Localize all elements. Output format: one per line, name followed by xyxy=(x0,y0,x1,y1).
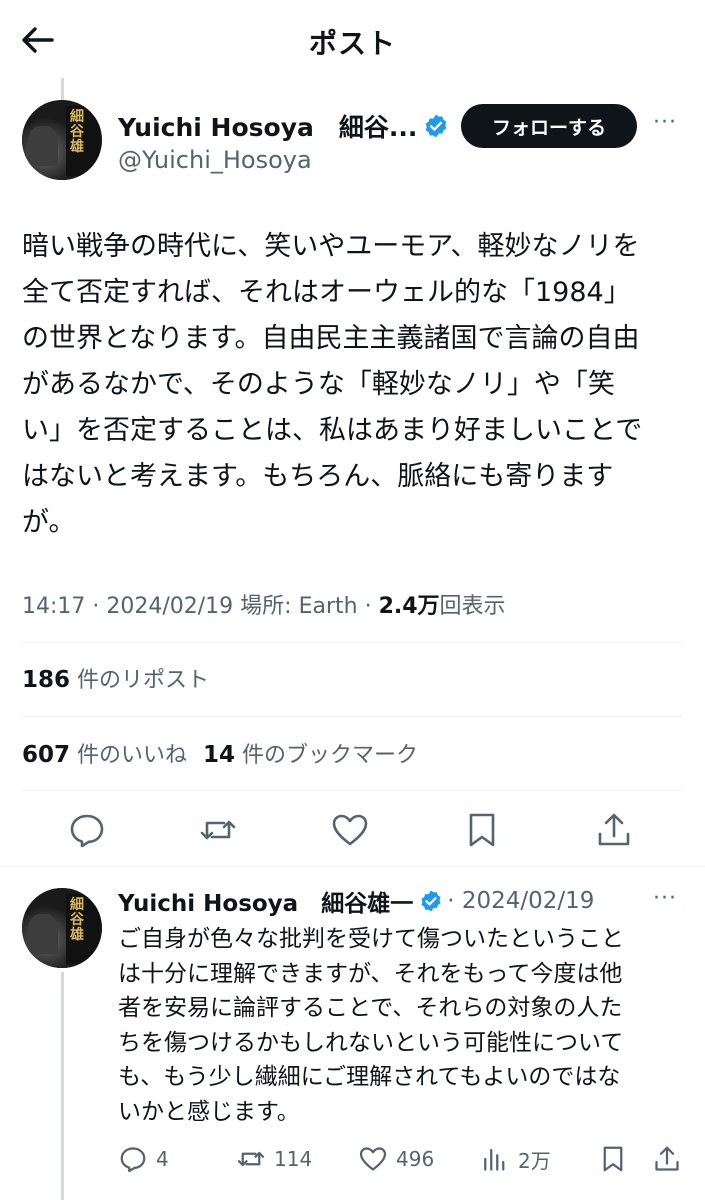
bookmark-label: 件のブックマーク xyxy=(242,743,419,768)
reply-reply-button[interactable]: 4 xyxy=(118,1142,169,1176)
bookmark-icon xyxy=(603,1146,623,1172)
page-title: ポスト xyxy=(308,27,396,60)
follow-button[interactable]: フォローする xyxy=(461,104,637,148)
post-timestamp-location: 14:17 · 2024/02/19 場所: Earth · xyxy=(22,594,379,619)
divider xyxy=(22,642,683,643)
divider xyxy=(0,866,705,867)
thread-line xyxy=(61,972,64,1200)
bookmark-icon xyxy=(469,813,495,847)
repost-count: 186 xyxy=(22,667,71,693)
reply-repost-button[interactable]: 114 xyxy=(236,1142,312,1176)
likes-stat[interactable]: 607 件のいいね xyxy=(22,742,188,768)
reply-icon xyxy=(70,814,104,848)
more-options-icon[interactable]: ··· xyxy=(653,110,677,135)
thread-line-top xyxy=(61,78,64,100)
like-bookmark-stats: 607 件のいいね 14 件のブックマーク xyxy=(22,737,418,769)
like-icon xyxy=(332,814,368,846)
top-bar: ポスト xyxy=(0,0,705,80)
like-count: 607 xyxy=(22,742,71,768)
view-count: 2.4万 xyxy=(378,594,440,619)
reply-like-count: 496 xyxy=(396,1147,435,1171)
reply-button[interactable] xyxy=(67,810,107,850)
repost-label: 件のリポスト xyxy=(77,668,210,693)
divider xyxy=(22,790,683,791)
bookmark-count: 14 xyxy=(203,742,236,768)
post-text: 暗い戦争の時代に、笑いやユーモア、軽妙なノリを 全て否定すれば、それはオーウェル… xyxy=(22,231,643,538)
author-name[interactable]: Yuichi Hosoya 細谷... xyxy=(118,108,417,144)
post-meta: 14:17 · 2024/02/19 場所: Earth · 2.4万回表示 xyxy=(22,588,506,620)
verified-badge-icon xyxy=(421,890,441,912)
author-handle[interactable]: @Yuichi_Hosoya xyxy=(118,146,312,174)
bookmarks-stat[interactable]: 14 件のブックマーク xyxy=(203,742,419,768)
avatar[interactable]: 細谷雄 xyxy=(22,100,102,180)
reply-more-options-icon[interactable]: ··· xyxy=(653,886,677,911)
repost-icon xyxy=(237,1151,265,1167)
repost-icon xyxy=(200,820,236,840)
reply-author-name[interactable]: Yuichi Hosoya 細谷雄一 xyxy=(118,884,413,918)
reply-like-button[interactable]: 496 xyxy=(358,1142,434,1176)
like-label: 件のいいね xyxy=(77,743,188,768)
reply-view-count: 2万 xyxy=(518,1148,551,1173)
reply-repost-count: 114 xyxy=(274,1147,313,1171)
like-icon xyxy=(359,1147,387,1171)
reply-icon xyxy=(120,1147,146,1173)
bookmark-button[interactable] xyxy=(462,810,502,850)
reply-bookmark-button[interactable] xyxy=(598,1142,628,1176)
reply-views-button[interactable]: 2万 xyxy=(480,1142,551,1176)
verified-badge-icon xyxy=(426,114,447,138)
author-name-row[interactable]: Yuichi Hosoya 細谷... xyxy=(118,108,449,144)
reply-reply-count: 4 xyxy=(156,1147,169,1171)
share-icon xyxy=(598,813,630,846)
share-icon xyxy=(655,1146,679,1171)
repost-stats[interactable]: 186 件のリポスト xyxy=(22,662,209,694)
share-button[interactable] xyxy=(594,810,634,850)
like-button[interactable] xyxy=(330,810,370,850)
reply-author-row[interactable]: Yuichi Hosoya 細谷雄一 · 2024/02/19 xyxy=(118,884,594,918)
reply-text: ご自身が色々な批判を受けて傷ついたということ は十分に理解できますが、それをもっ… xyxy=(118,926,624,1125)
divider xyxy=(22,716,683,717)
analytics-icon xyxy=(484,1148,505,1171)
reply-share-button[interactable] xyxy=(652,1142,682,1176)
view-count-label: 回表示 xyxy=(439,594,506,619)
reply-avatar[interactable]: 細谷雄 xyxy=(22,888,102,968)
repost-button[interactable] xyxy=(198,810,238,850)
reply-date[interactable]: · 2024/02/19 xyxy=(447,888,594,914)
